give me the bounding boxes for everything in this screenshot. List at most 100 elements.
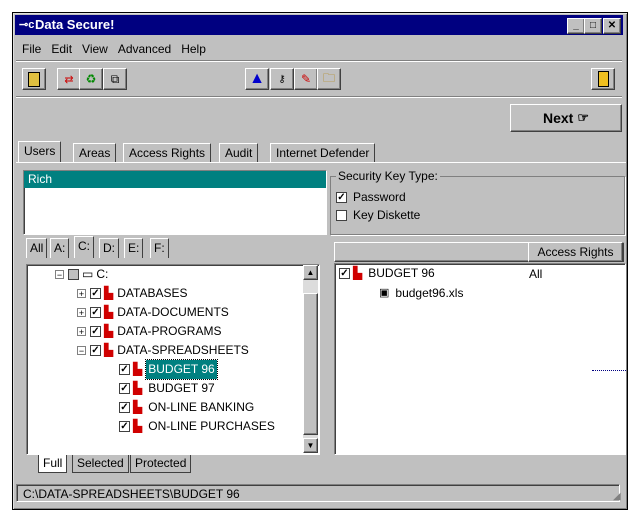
key-diskette-checkbox[interactable] [336, 210, 347, 221]
toolbar-bottom-separator [16, 96, 622, 98]
title-bar[interactable]: ⊸c Data Secure! _ □ ✕ [15, 15, 623, 35]
toolbar-separator [16, 60, 622, 62]
user-item-selected[interactable]: Rich [24, 171, 326, 188]
child-checkbox[interactable]: ✓ [119, 421, 130, 432]
child-checkbox[interactable]: ✓ [119, 402, 130, 413]
key-diskette-label[interactable]: Key Diskette [353, 208, 420, 222]
spreadsheet-file-icon: ▣ [379, 287, 390, 299]
folder-tree[interactable]: − ▭ C: + ✓ ▙ DATABASES + ✓ ▙ DATA-DOCUME… [26, 264, 320, 455]
exit-door-icon[interactable] [591, 68, 615, 90]
child-label: ON-LINE PURCHASES [148, 419, 275, 433]
child-checkbox[interactable]: ✓ [119, 383, 130, 394]
copy-icon[interactable]: ⧉ [103, 68, 127, 90]
password-checkbox[interactable]: ✓ [336, 192, 347, 203]
collapse-icon[interactable]: − [55, 270, 64, 280]
item-checkbox[interactable]: ✓ [90, 345, 101, 356]
access-rights-list[interactable]: ✓ ▙ BUDGET 96 All ▣ budget96.xls [334, 263, 626, 455]
drive-tab-c[interactable]: C: [74, 236, 94, 258]
drive-tab-all[interactable]: All [26, 238, 48, 258]
tree-item[interactable]: + ✓ ▙ DATABASES [77, 284, 187, 303]
folder-lock-icon: ▙ [133, 419, 143, 433]
security-key-group [330, 176, 625, 235]
users-list[interactable]: Rich [23, 170, 327, 235]
tree-child[interactable]: ✓ ▙ BUDGET 96 [119, 359, 218, 380]
tab-access-rights[interactable]: Access Rights [123, 143, 212, 163]
root-label: C: [96, 267, 109, 281]
collapse-icon[interactable]: − [77, 346, 86, 356]
tab-users[interactable]: Users [18, 141, 62, 163]
expand-icon[interactable]: + [77, 289, 86, 299]
bottom-tab-selected[interactable]: Selected [72, 455, 129, 473]
menu-view[interactable]: View [82, 42, 108, 58]
move-icon[interactable]: ⇄ [57, 68, 81, 90]
folder-lock-icon: ▙ [104, 305, 114, 319]
drive-tab-d[interactable]: D: [99, 238, 119, 258]
item-checkbox[interactable]: ✓ [90, 326, 101, 337]
scroll-thumb[interactable] [303, 293, 318, 435]
tab-internet-defender[interactable]: Internet Defender [270, 143, 376, 163]
folder-lock-icon: ▙ [133, 400, 143, 414]
rights-folder-row[interactable]: ✓ ▙ BUDGET 96 [339, 264, 435, 283]
menu-edit[interactable]: Edit [51, 42, 72, 58]
close-button[interactable]: ✕ [603, 18, 621, 34]
folder-lock-icon: ▙ [104, 343, 114, 357]
tab-audit[interactable]: Audit [219, 143, 259, 163]
bottom-tab-protected[interactable]: Protected [130, 455, 192, 473]
next-label: Next [542, 110, 574, 126]
pen-icon[interactable]: ✎ [294, 68, 318, 90]
tree-item[interactable]: − ✓ ▙ DATA-SPREADSHEETS [77, 341, 249, 360]
app-key-icon: ⊸c [19, 19, 35, 31]
next-button[interactable]: Next ☞ [510, 104, 622, 132]
expand-icon[interactable]: + [77, 308, 86, 318]
rights-checkbox[interactable]: ✓ [339, 268, 350, 279]
tab-areas[interactable]: Areas [73, 143, 117, 163]
tree-root-row[interactable]: − ▭ C: [55, 265, 108, 284]
rights-file-row[interactable]: ▣ budget96.xls [379, 284, 463, 303]
security-key-legend: Security Key Type: [336, 169, 440, 183]
pointing-hand-icon: ☞ [577, 110, 589, 125]
tab-panel-border [16, 162, 626, 163]
password-label[interactable]: Password [353, 190, 406, 204]
folder-lock-icon: ▙ [353, 266, 363, 280]
arrow-up-icon[interactable]: ▲ [245, 68, 269, 90]
scroll-down-arrow-icon[interactable]: ▼ [303, 438, 318, 453]
drive-tab-e[interactable]: E: [124, 238, 144, 258]
rights-file-label: budget96.xls [395, 286, 464, 300]
dotted-line [592, 370, 626, 371]
tree-item[interactable]: + ✓ ▙ DATA-DOCUMENTS [77, 303, 229, 322]
tree-item[interactable]: + ✓ ▙ DATA-PROGRAMS [77, 322, 221, 341]
access-rights-header[interactable]: Access Rights [528, 242, 623, 262]
root-checkbox[interactable] [68, 269, 79, 280]
folder-lock-icon: ▙ [104, 286, 114, 300]
window-title: Data Secure! [35, 17, 115, 32]
recycle-icon[interactable]: ♻ [79, 68, 103, 90]
menu-file[interactable]: File [22, 42, 41, 58]
item-label: DATABASES [117, 286, 188, 300]
folder-lock-icon: ▙ [133, 362, 143, 376]
item-checkbox[interactable]: ✓ [90, 288, 101, 299]
item-checkbox[interactable]: ✓ [90, 307, 101, 318]
maximize-button[interactable]: □ [584, 18, 602, 34]
item-label: DATA-SPREADSHEETS [117, 343, 249, 357]
item-label: DATA-DOCUMENTS [117, 305, 229, 319]
key-icon[interactable]: ⚷ [270, 68, 294, 90]
rights-folder-label: BUDGET 96 [368, 266, 435, 280]
bottom-tab-full[interactable]: Full [38, 455, 68, 473]
drive-tab-f[interactable]: F: [150, 238, 169, 258]
folder-lock-icon: ▙ [133, 381, 143, 395]
drive-tab-a[interactable]: A: [50, 238, 70, 258]
lock-folder-icon[interactable]: 🗀 [317, 68, 341, 90]
tree-child[interactable]: ✓ ▙ BUDGET 97 [119, 379, 215, 398]
resize-grip-icon[interactable]: ◢ [613, 491, 621, 502]
minimize-button[interactable]: _ [567, 18, 585, 34]
open-file-icon[interactable] [22, 68, 46, 90]
tree-scrollbar[interactable]: ▲ ▼ [303, 265, 318, 453]
menu-advanced[interactable]: Advanced [118, 42, 171, 58]
scroll-up-arrow-icon[interactable]: ▲ [303, 265, 318, 280]
tree-child[interactable]: ✓ ▙ ON-LINE PURCHASES [119, 417, 275, 436]
expand-icon[interactable]: + [77, 327, 86, 337]
child-checkbox[interactable]: ✓ [119, 364, 130, 375]
tree-child[interactable]: ✓ ▙ ON-LINE BANKING [119, 398, 254, 417]
menu-help[interactable]: Help [181, 42, 206, 58]
drive-icon: ▭ [82, 267, 94, 281]
